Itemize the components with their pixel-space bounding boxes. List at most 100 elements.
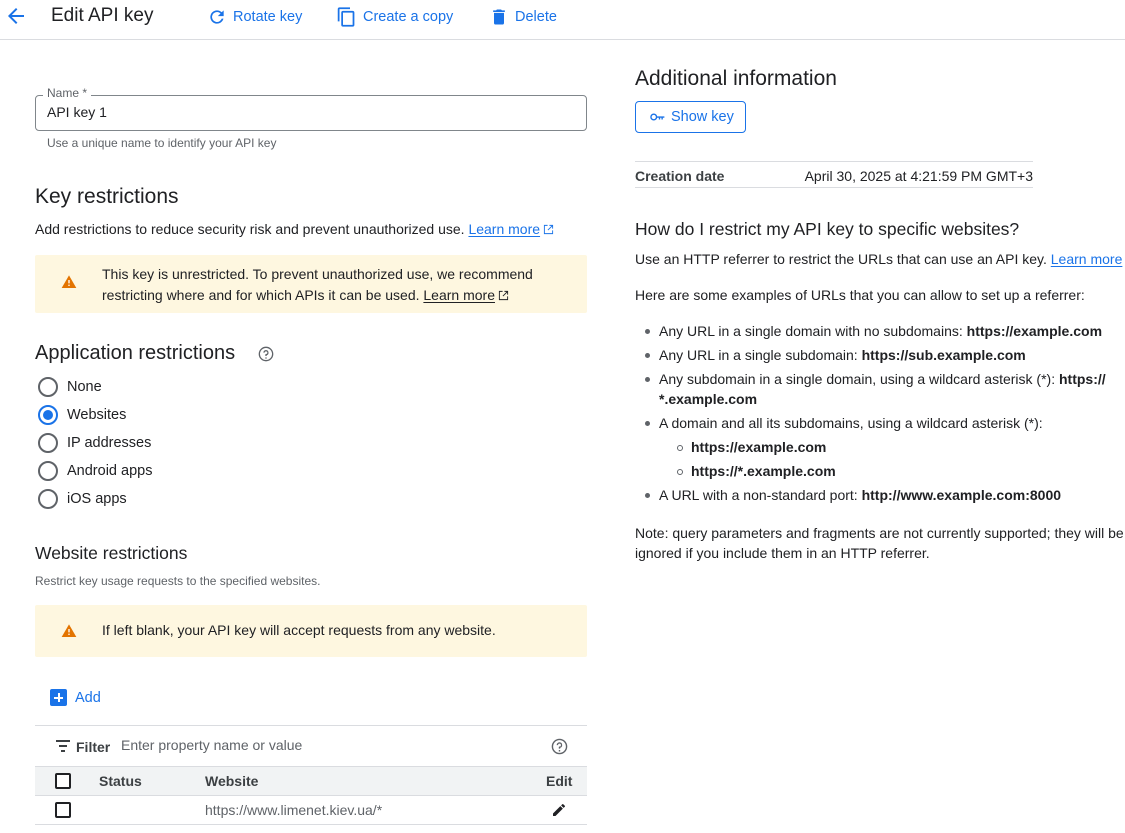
add-website-button[interactable]: Add xyxy=(50,689,101,706)
creation-date-value: April 30, 2025 at 4:21:59 PM GMT+3 xyxy=(804,168,1033,184)
blank-warning-text: If left blank, your API key will accept … xyxy=(102,622,496,638)
select-all-checkbox[interactable] xyxy=(55,773,71,789)
unrestricted-warning-text: This key is unrestricted. To prevent una… xyxy=(102,264,533,306)
warning-icon xyxy=(61,624,77,637)
add-icon xyxy=(50,689,67,706)
column-website[interactable]: Website xyxy=(205,773,258,789)
radio-label: Websites xyxy=(67,407,127,423)
bullet-url: https:// xyxy=(1058,371,1106,387)
blank-warning-banner: If left blank, your API key will accept … xyxy=(35,605,587,657)
filter-icon xyxy=(56,740,70,752)
warning-line-2: restricting where and for which APIs it … xyxy=(102,285,533,306)
list-item: A domain and all its subdomains, using a… xyxy=(645,413,1043,433)
name-input[interactable] xyxy=(47,104,567,120)
key-icon xyxy=(650,113,665,121)
key-restrictions-description: Add restrictions to reduce security risk… xyxy=(35,221,554,237)
radio-none[interactable]: None xyxy=(38,376,102,398)
website-restrictions-description: Restrict key usage requests to the speci… xyxy=(35,574,321,588)
creation-date-label: Creation date xyxy=(635,168,725,184)
bullet-text: A domain and all its subdomains, using a… xyxy=(659,415,1043,431)
radio-circle[interactable] xyxy=(38,489,58,509)
copy-icon xyxy=(337,7,355,27)
radio-ios-apps[interactable]: iOS apps xyxy=(38,488,127,510)
learn-more-text: Learn more xyxy=(1050,251,1123,267)
sub-list-item: https://*.example.com xyxy=(677,463,836,479)
create-copy-label: Create a copy xyxy=(363,9,454,25)
radio-circle[interactable] xyxy=(38,461,58,481)
list-item: Any URL in a single domain with no subdo… xyxy=(644,321,1103,341)
application-restrictions-title: Application restrictions xyxy=(35,342,236,364)
radio-label: IP addresses xyxy=(67,435,152,451)
bullet-text: Any subdomain in a single domain, using … xyxy=(659,371,1059,387)
radio-label: None xyxy=(67,379,102,395)
help-circle-icon[interactable] xyxy=(551,738,568,755)
column-edit: Edit xyxy=(546,773,573,789)
column-status[interactable]: Status xyxy=(99,773,142,789)
radio-label: Android apps xyxy=(67,463,153,479)
back-arrow-icon[interactable] xyxy=(4,4,28,28)
warning-line-1: This key is unrestricted. To prevent una… xyxy=(102,266,533,282)
show-key-button[interactable]: Show key xyxy=(635,101,746,133)
refresh-icon xyxy=(210,10,224,24)
note-line-2: ignored if you include them in an HTTP r… xyxy=(635,545,930,561)
bullet-url: https://example.com xyxy=(966,323,1103,339)
list-item: A URL with a non-standard port: http://w… xyxy=(644,485,1062,505)
page-header: Edit API key Rotate key Create a copy De… xyxy=(0,0,1125,40)
key-restrictions-text: Add restrictions to reduce security risk… xyxy=(35,221,465,237)
name-field-label: Name * xyxy=(43,86,92,100)
rotate-key-label: Rotate key xyxy=(233,9,303,25)
external-link-icon xyxy=(498,290,509,301)
radio-websites[interactable]: Websites xyxy=(38,404,126,426)
rotate-key-button[interactable]: Rotate key xyxy=(207,4,302,30)
bullet-url: *.example.com xyxy=(659,391,758,407)
add-label: Add xyxy=(75,689,101,706)
examples-intro: Here are some examples of URLs that you … xyxy=(635,287,1085,303)
note-line-1: Note: query parameters and fragments are… xyxy=(635,525,1124,541)
row-checkbox[interactable] xyxy=(55,802,71,818)
creation-date-row: Creation date April 30, 2025 at 4:21:59 … xyxy=(635,161,1033,188)
radio-label: iOS apps xyxy=(67,491,127,507)
warning-line-2-text: restricting where and for which APIs it … xyxy=(102,287,420,303)
warning-learn-more-text: Learn more xyxy=(423,287,495,303)
radio-circle-checked[interactable] xyxy=(38,405,58,425)
bullet-text: A URL with a non-standard port: xyxy=(659,487,862,503)
bullet-text: Any URL in a single subdomain: xyxy=(659,347,862,363)
radio-circle[interactable] xyxy=(38,377,58,397)
learn-more-text: Learn more xyxy=(468,221,541,237)
show-key-label: Show key xyxy=(671,109,734,125)
name-field-hint: Use a unique name to identify your API k… xyxy=(47,136,277,150)
help-circle-icon[interactable] xyxy=(258,346,274,362)
radio-ip-addresses[interactable]: IP addresses xyxy=(38,432,151,454)
filter-label: Filter xyxy=(76,739,111,755)
table-row: https://www.limenet.kiev.ua/* xyxy=(35,796,587,825)
warning-icon xyxy=(61,275,77,288)
help-intro: Use an HTTP referrer to restrict the URL… xyxy=(635,251,1125,267)
bullet-url: https://sub.example.com xyxy=(861,347,1026,363)
sub-list-item: https://example.com xyxy=(676,439,827,455)
filter-input[interactable] xyxy=(121,737,521,753)
trash-icon xyxy=(493,9,505,25)
filter-bar: Filter xyxy=(35,725,587,767)
pencil-icon[interactable] xyxy=(551,802,567,818)
bullet-text: Any URL in a single domain with no subdo… xyxy=(659,323,967,339)
row-website: https://www.limenet.kiev.ua/* xyxy=(205,802,383,818)
help-title: How do I restrict my API key to specific… xyxy=(635,219,1020,239)
page-title: Edit API key xyxy=(51,5,154,26)
key-restrictions-learn-more-link[interactable]: Learn more xyxy=(468,221,554,237)
unrestricted-warning-banner: This key is unrestricted. To prevent una… xyxy=(35,255,587,313)
help-intro-text: Use an HTTP referrer to restrict the URL… xyxy=(635,251,1047,267)
bullet-url: http://www.example.com:8000 xyxy=(861,487,1062,503)
warning-learn-more-link[interactable]: Learn more xyxy=(423,287,509,303)
table-header: Status Website Edit xyxy=(35,767,587,796)
create-copy-button[interactable]: Create a copy xyxy=(336,4,453,30)
radio-android-apps[interactable]: Android apps xyxy=(38,460,152,482)
delete-button[interactable]: Delete xyxy=(489,4,557,30)
radio-circle[interactable] xyxy=(38,433,58,453)
name-field xyxy=(35,95,587,131)
list-item: Any URL in a single subdomain: https://s… xyxy=(645,345,1026,365)
external-link-icon xyxy=(543,224,554,235)
list-item: Any subdomain in a single domain, using … xyxy=(645,369,1106,409)
help-learn-more-link[interactable]: Learn more xyxy=(1051,251,1125,267)
help-note: Note: query parameters and fragments are… xyxy=(635,523,1124,563)
website-restrictions-title: Website restrictions xyxy=(35,543,188,563)
